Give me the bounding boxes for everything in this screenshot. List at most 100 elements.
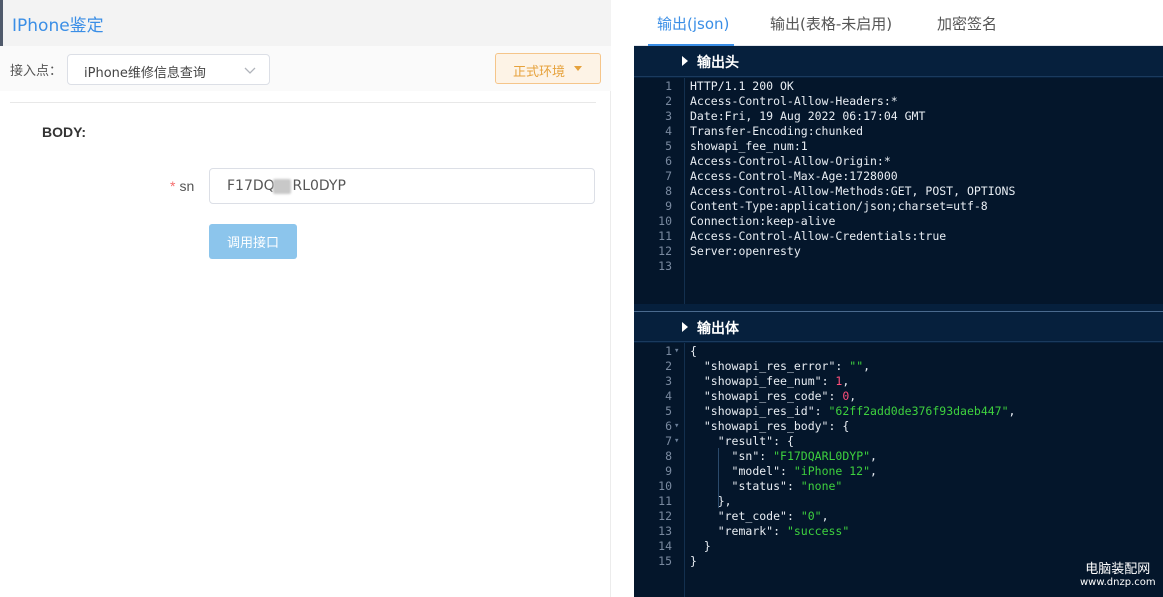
line-number: 10 — [658, 214, 672, 228]
code-token: "showapi_res_id" — [703, 404, 815, 418]
code-line: 7 Access-Control-Max-Age:1728000 — [634, 169, 1163, 184]
sn-field-label: * sn — [170, 178, 194, 194]
line-number: 13 — [658, 524, 672, 538]
output-head-code[interactable]: 1 HTTP/1.1 200 OK 2 Access-Control-Allow-He… — [634, 78, 1163, 304]
app-root: IPhone鉴定 接入点： iPhone维修信息查询 正式环境 BODY: * s… — [0, 0, 1163, 597]
request-panel: IPhone鉴定 接入点： iPhone维修信息查询 正式环境 BODY: * s… — [0, 0, 611, 597]
code-token: : — [786, 479, 801, 493]
fold-toggle-icon[interactable]: ▾ — [674, 344, 679, 359]
line-number: 11 — [658, 229, 672, 243]
line-number: 12 — [658, 509, 672, 523]
code-text: } — [690, 554, 697, 569]
code-lines: 1 HTTP/1.1 200 OK 2 Access-Control-Allow-He… — [634, 79, 1163, 274]
line-number: 8 — [665, 184, 672, 198]
code-token: : — [835, 359, 850, 373]
tab-table-output[interactable]: 输出(表格-未启用) — [770, 13, 892, 34]
tab-json-output[interactable]: 输出(json) — [657, 13, 729, 34]
caret-right-icon — [682, 322, 688, 332]
code-line: 8 Access-Control-Allow-Methods:GET, POST,… — [634, 184, 1163, 199]
code-line: 12 "ret_code": "0", — [634, 509, 1163, 524]
line-number: 3 — [665, 374, 672, 388]
code-line: 6 Access-Control-Allow-Origin:* — [634, 154, 1163, 169]
code-token: "" — [849, 359, 864, 373]
line-number: 15 — [658, 554, 672, 568]
sn-input[interactable] — [209, 168, 595, 204]
code-token: , — [842, 374, 850, 388]
output-head-section-header[interactable]: 输出头 — [634, 46, 1163, 77]
line-number: 7 — [665, 169, 672, 183]
code-line: 4 Transfer-Encoding:chunked — [634, 124, 1163, 139]
code-line: 10 "status": "none" — [634, 479, 1163, 494]
code-token: : — [786, 509, 801, 523]
call-api-button[interactable]: 调用接口 — [209, 224, 297, 259]
body-section-label: BODY: — [42, 124, 87, 140]
line-number: 11 — [658, 494, 672, 508]
watermark-text: 电脑装配网 — [1085, 562, 1151, 577]
environment-dropdown-button[interactable]: 正式环境 — [495, 53, 601, 84]
code-line: 2 Access-Control-Allow-Headers:* — [634, 94, 1163, 109]
tab-signature[interactable]: 加密签名 — [937, 13, 997, 34]
code-text: Access-Control-Allow-Methods:GET, POST, … — [690, 184, 1016, 198]
code-text: Access-Control-Allow-Credentials:true — [690, 229, 947, 243]
watermark: 电脑装配网 www.dnzp.com — [1080, 558, 1156, 588]
code-token: : { — [773, 434, 794, 448]
environment-label: 正式环境 — [513, 65, 566, 80]
code-text: HTTP/1.1 200 OK — [690, 79, 794, 93]
endpoint-select[interactable]: iPhone维修信息查询 — [67, 54, 270, 85]
code-text: Content-Type:application/json;charset=ut… — [690, 199, 988, 213]
line-number: 9 — [665, 464, 672, 478]
code-token: , — [1008, 404, 1016, 418]
line-number: 6 — [665, 154, 672, 168]
code-token: "showapi_res_body" — [703, 419, 829, 433]
sn-label-text: sn — [179, 178, 195, 194]
code-token: : — [773, 524, 787, 538]
code-text: }, — [690, 494, 732, 509]
code-line: 9 Content-Type:application/json;charset=u… — [634, 199, 1163, 214]
code-line: 1 HTTP/1.1 200 OK — [634, 79, 1163, 94]
line-number: 12 — [658, 244, 672, 258]
line-number: 10 — [658, 479, 672, 493]
code-token: }, — [690, 494, 732, 508]
fold-toggle-icon[interactable]: ▾ — [674, 434, 679, 449]
line-number: 2 — [665, 359, 672, 373]
code-line: 14 } — [634, 539, 1163, 554]
divider — [10, 102, 596, 103]
code-token: , — [849, 389, 857, 403]
required-mark: * — [170, 178, 176, 194]
code-text: Transfer-Encoding:chunked — [690, 124, 864, 138]
code-text: Server:openresty — [690, 244, 801, 258]
code-token: , — [863, 359, 871, 373]
code-text: "showapi_res_code": 0, — [690, 389, 856, 404]
code-token: , — [870, 449, 877, 463]
code-text: "ret_code": "0", — [690, 509, 829, 524]
panel-header: IPhone鉴定 — [0, 0, 611, 46]
caret-right-icon — [682, 56, 688, 66]
caret-down-icon — [574, 66, 582, 71]
endpoint-row: 接入点： iPhone维修信息查询 正式环境 — [0, 46, 611, 91]
endpoint-label: 接入点： — [10, 64, 63, 79]
code-token: : — [828, 389, 843, 403]
code-token: "sn" — [731, 449, 760, 463]
code-line: 13 "remark": "success" — [634, 524, 1163, 539]
code-text: Connection:keep-alive — [690, 214, 836, 228]
code-text: { — [690, 344, 697, 359]
endpoint-select-value: iPhone维修信息查询 — [84, 66, 206, 81]
output-body-section-header[interactable]: 输出体 — [634, 311, 1163, 342]
code-line: 11 }, — [634, 494, 1163, 509]
code-token: } — [690, 539, 711, 553]
line-number: 1 — [665, 79, 672, 93]
fold-toggle-icon[interactable]: ▾ — [674, 419, 679, 434]
code-line: 5 "showapi_res_id": "62ff2add0de376f93da… — [634, 404, 1163, 419]
code-token: "none" — [800, 479, 843, 493]
watermark-url: www.dnzp.com — [1080, 577, 1156, 588]
code-token: { — [690, 344, 697, 358]
line-number: 9 — [665, 199, 672, 213]
